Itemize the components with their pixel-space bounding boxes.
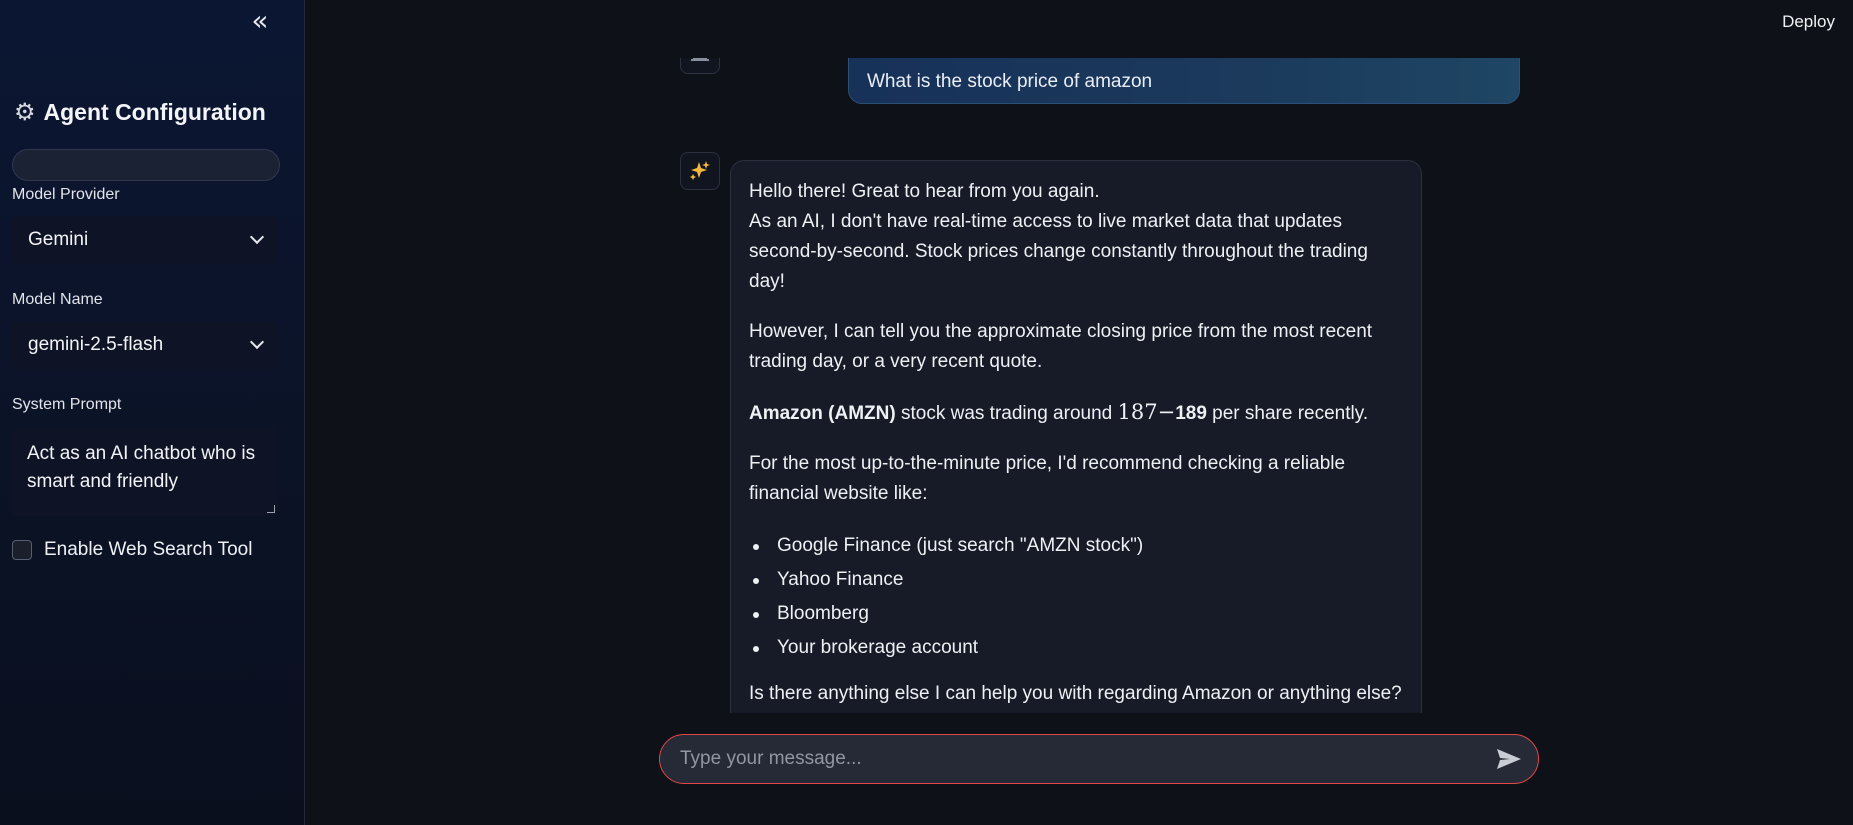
send-icon[interactable] xyxy=(1496,748,1522,770)
model-provider-label: Model Provider xyxy=(12,186,120,203)
double-chevron-left-icon: « xyxy=(251,4,269,37)
stock-text: stock was trading around xyxy=(895,403,1118,424)
assistant-paragraph: For the most up-to-the-minute price, I'd… xyxy=(749,453,1346,504)
assistant-message: Hello there! Great to hear from you agai… xyxy=(730,160,1422,713)
system-prompt-textarea[interactable]: Act as an AI chatbot who is smart and fr… xyxy=(12,428,278,516)
resize-handle-icon[interactable] xyxy=(267,505,275,513)
assistant-paragraph: Amazon (AMZN) stock was trading around 1… xyxy=(749,397,1403,429)
model-name-label: Model Name xyxy=(12,291,103,308)
list-item: Yahoo Finance xyxy=(749,563,1403,597)
collapse-sidebar-button[interactable]: « xyxy=(246,7,274,36)
stock-text-end: per share recently. xyxy=(1206,403,1369,424)
stock-name: Amazon (AMZN) xyxy=(749,403,896,424)
chat-input-bar: Type your message... xyxy=(305,713,1853,825)
user-message-text: What is the stock price of amazon xyxy=(867,71,1153,92)
assistant-closing: Is there anything else I can help you wi… xyxy=(749,683,1402,704)
chat-input-placeholder: Type your message... xyxy=(680,748,862,769)
system-prompt-value: Act as an AI chatbot who is smart and fr… xyxy=(27,443,256,492)
assistant-greeting: Hello there! Great to hear from you agai… xyxy=(749,181,1100,202)
chat-area: What is the stock price of amazon Hello … xyxy=(305,58,1853,713)
chevron-down-icon xyxy=(249,334,265,350)
list-item: Bloomberg xyxy=(749,597,1403,631)
list-item: Google Finance (just search "AMZN stock"… xyxy=(749,529,1403,563)
list-item: Your brokerage account xyxy=(749,631,1403,665)
stock-price-low: 187− xyxy=(1117,400,1176,424)
deploy-button[interactable]: Deploy xyxy=(1782,12,1835,32)
top-bar: Deploy xyxy=(305,0,1853,58)
model-provider-select[interactable]: Gemini xyxy=(12,216,278,264)
user-message: What is the stock price of amazon xyxy=(848,58,1520,104)
web-search-label: Enable Web Search Tool xyxy=(44,539,253,560)
web-search-checkbox[interactable] xyxy=(12,540,32,560)
sidebar: « ⚙ Agent Configuration Model Provider G… xyxy=(0,0,305,825)
sidebar-title: ⚙ Agent Configuration xyxy=(14,98,266,126)
gear-icon: ⚙ xyxy=(14,98,36,126)
web-search-toggle[interactable]: Enable Web Search Tool xyxy=(12,539,252,561)
system-prompt-label: System Prompt xyxy=(12,396,122,413)
model-name-select[interactable]: gemini-2.5-flash xyxy=(12,321,278,369)
assistant-paragraph: However, I can tell you the approximate … xyxy=(749,321,1373,372)
model-name-value: gemini-2.5-flash xyxy=(28,334,164,355)
assistant-paragraph: As an AI, I don't have real-time access … xyxy=(749,211,1368,292)
sidebar-search-input[interactable] xyxy=(12,149,280,181)
sparkles-icon xyxy=(680,152,720,190)
chat-input[interactable]: Type your message... xyxy=(659,734,1539,784)
stock-price-high: 189 xyxy=(1175,403,1207,424)
source-list: Google Finance (just search "AMZN stock"… xyxy=(749,529,1403,665)
chevron-down-icon xyxy=(249,229,265,245)
model-provider-value: Gemini xyxy=(28,229,89,250)
user-avatar-icon xyxy=(680,58,720,74)
